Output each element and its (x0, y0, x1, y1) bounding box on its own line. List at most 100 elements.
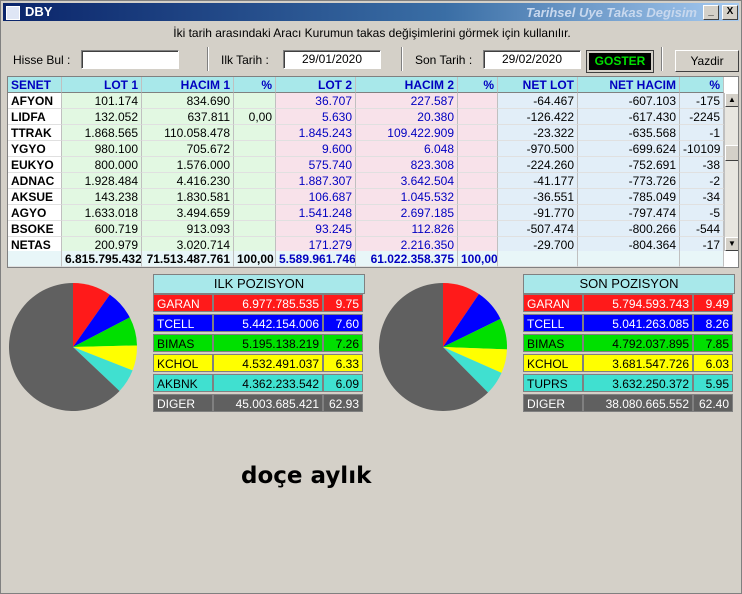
close-button[interactable]: X (722, 5, 738, 20)
position-name: BIMAS (523, 334, 583, 352)
separator (401, 47, 403, 71)
son-pozisyon-title: SON POZISYON (523, 274, 735, 294)
cell-hacim2: 823.308 (356, 157, 458, 173)
cell-hacim2: 2.697.185 (356, 205, 458, 221)
cell-lot2: 1.845.243 (276, 125, 356, 141)
cell-hacim1: 637.811 (142, 109, 234, 125)
cell-pct2 (458, 109, 498, 125)
cell-senet: YGYO (8, 141, 62, 157)
cell-pct3: -2 (680, 173, 724, 189)
cell-pct3: -1 (680, 125, 724, 141)
scroll-down-icon[interactable]: ▼ (725, 237, 738, 251)
cell-net-lot: -507.474 (498, 221, 578, 237)
cell-lot1: 143.238 (62, 189, 142, 205)
cell-pct1: 0,00 (234, 109, 276, 125)
cell-hacim1: 4.416.230 (142, 173, 234, 189)
minimize-button[interactable]: _ (703, 5, 719, 20)
app-icon (6, 6, 20, 20)
cell-hacim1: 705.672 (142, 141, 234, 157)
cell-net-hacim: -635.568 (578, 125, 680, 141)
cell-hacim2: 1.045.532 (356, 189, 458, 205)
cell-lot1: 600.719 (62, 221, 142, 237)
table-row[interactable]: AGYO 1.633.018 3.494.659 1.541.248 2.697.185… (8, 205, 724, 221)
cell-pct2 (458, 93, 498, 109)
position-row: TCELL 5.442.154.006 7.60 (153, 314, 363, 332)
position-percent: 6.03 (693, 354, 733, 372)
position-row: DIGER 45.003.685.421 62.93 (153, 394, 363, 412)
position-percent: 8.26 (693, 314, 733, 332)
table-header: SENET LOT 1 HACIM 1 % LOT 2 HACIM 2 % NE… (8, 77, 724, 93)
cell-senet: LIDFA (8, 109, 62, 125)
position-row: BIMAS 4.792.037.895 7.85 (523, 334, 733, 352)
cell-hacim1: 1.830.581 (142, 189, 234, 205)
takas-table[interactable]: SENET LOT 1 HACIM 1 % LOT 2 HACIM 2 % NE… (7, 76, 739, 268)
header-lot1[interactable]: LOT 1 (62, 77, 142, 93)
table-row[interactable]: AFYON 101.174 834.690 36.707 227.587 -64.467-… (8, 93, 724, 109)
cell-hacim1: 1.576.000 (142, 157, 234, 173)
son-tarih-input[interactable]: 29/02/2020 (483, 50, 581, 69)
cell-net-lot: -41.177 (498, 173, 578, 189)
scroll-thumb[interactable] (725, 145, 738, 161)
position-name: TUPRS (523, 374, 583, 392)
main-window: DBY Tarihsel Uye Takas Degisim _ X İki t… (0, 0, 742, 594)
cell-pct1 (234, 125, 276, 141)
table-row[interactable]: TTRAK 1.868.565 110.058.478 1.845.243 109.42… (8, 125, 724, 141)
son-tarih-label: Son Tarih : (415, 53, 473, 67)
cell-senet: AFYON (8, 93, 62, 109)
cell-senet: BSOKE (8, 221, 62, 237)
position-row: AKBNK 4.362.233.542 6.09 (153, 374, 363, 392)
cell-lot2: 1.887.307 (276, 173, 356, 189)
position-percent: 6.09 (323, 374, 363, 392)
cell-pct3: -2245 (680, 109, 724, 125)
title-bar[interactable]: DBY Tarihsel Uye Takas Degisim _ X (3, 3, 739, 21)
cell-lot1: 1.868.565 (62, 125, 142, 141)
table-row[interactable]: ADNAC 1.928.484 4.416.230 1.887.307 3.642.50… (8, 173, 724, 189)
header-hacim1[interactable]: HACIM 1 (142, 77, 234, 93)
ilk-tarih-input[interactable]: 29/01/2020 (283, 50, 381, 69)
position-percent: 6.33 (323, 354, 363, 372)
scroll-up-icon[interactable]: ▲ (725, 93, 738, 107)
cell-net-hacim: -699.624 (578, 141, 680, 157)
header-pct2[interactable]: % (458, 77, 498, 93)
total-lot1: 6.815.795.432 (62, 251, 142, 267)
table-row[interactable]: EUKYO 800.000 1.576.000 575.740 823.308 -224.… (8, 157, 724, 173)
hisse-search-input[interactable] (81, 50, 179, 69)
header-hacim2[interactable]: HACIM 2 (356, 77, 458, 93)
cell-lot1: 980.100 (62, 141, 142, 157)
cell-hacim2: 112.826 (356, 221, 458, 237)
cell-net-lot: -36.551 (498, 189, 578, 205)
table-row[interactable]: BSOKE 600.719 913.093 93.245 112.826 -507.474… (8, 221, 724, 237)
position-value: 38.080.665.552 (583, 394, 693, 412)
position-value: 6.977.785.535 (213, 294, 323, 312)
header-net-hacim[interactable]: NET HACIM (578, 77, 680, 93)
table-row[interactable]: YGYO 980.100 705.672 9.600 6.048 -970.500 -699… (8, 141, 724, 157)
cell-net-hacim: -785.049 (578, 189, 680, 205)
cell-pct3: -175 (680, 93, 724, 109)
ilk-pozisyon-title: ILK POZISYON (153, 274, 365, 294)
header-net-lot[interactable]: NET LOT (498, 77, 578, 93)
cell-pct2 (458, 221, 498, 237)
cell-net-lot: -970.500 (498, 141, 578, 157)
cell-pct1 (234, 93, 276, 109)
position-row: KCHOL 4.532.491.037 6.33 (153, 354, 363, 372)
total-pct1: 100,00 (234, 251, 276, 267)
position-percent: 5.95 (693, 374, 733, 392)
header-lot2[interactable]: LOT 2 (276, 77, 356, 93)
cell-hacim1: 3.494.659 (142, 205, 234, 221)
table-row[interactable]: AKSUE 143.238 1.830.581 106.687 1.045.532 -36… (8, 189, 724, 205)
yazdir-button[interactable]: Yazdir (675, 50, 739, 72)
son-pozisyon-pie-chart (379, 283, 507, 411)
header-pct3[interactable]: % (680, 77, 724, 93)
cell-net-hacim: -607.103 (578, 93, 680, 109)
header-pct1[interactable]: % (234, 77, 276, 93)
cell-net-lot: -23.322 (498, 125, 578, 141)
header-senet[interactable]: SENET (8, 77, 62, 93)
position-value: 5.195.138.219 (213, 334, 323, 352)
position-value: 4.792.037.895 (583, 334, 693, 352)
table-row[interactable]: LIDFA 132.052 637.811 0,00 5.630 20.380 -126.4… (8, 109, 724, 125)
cell-lot1: 132.052 (62, 109, 142, 125)
goster-button[interactable]: GOSTER (586, 50, 654, 73)
cell-pct2 (458, 141, 498, 157)
vertical-scrollbar[interactable]: ▲ ▼ (724, 93, 738, 251)
total-cell (578, 251, 680, 267)
